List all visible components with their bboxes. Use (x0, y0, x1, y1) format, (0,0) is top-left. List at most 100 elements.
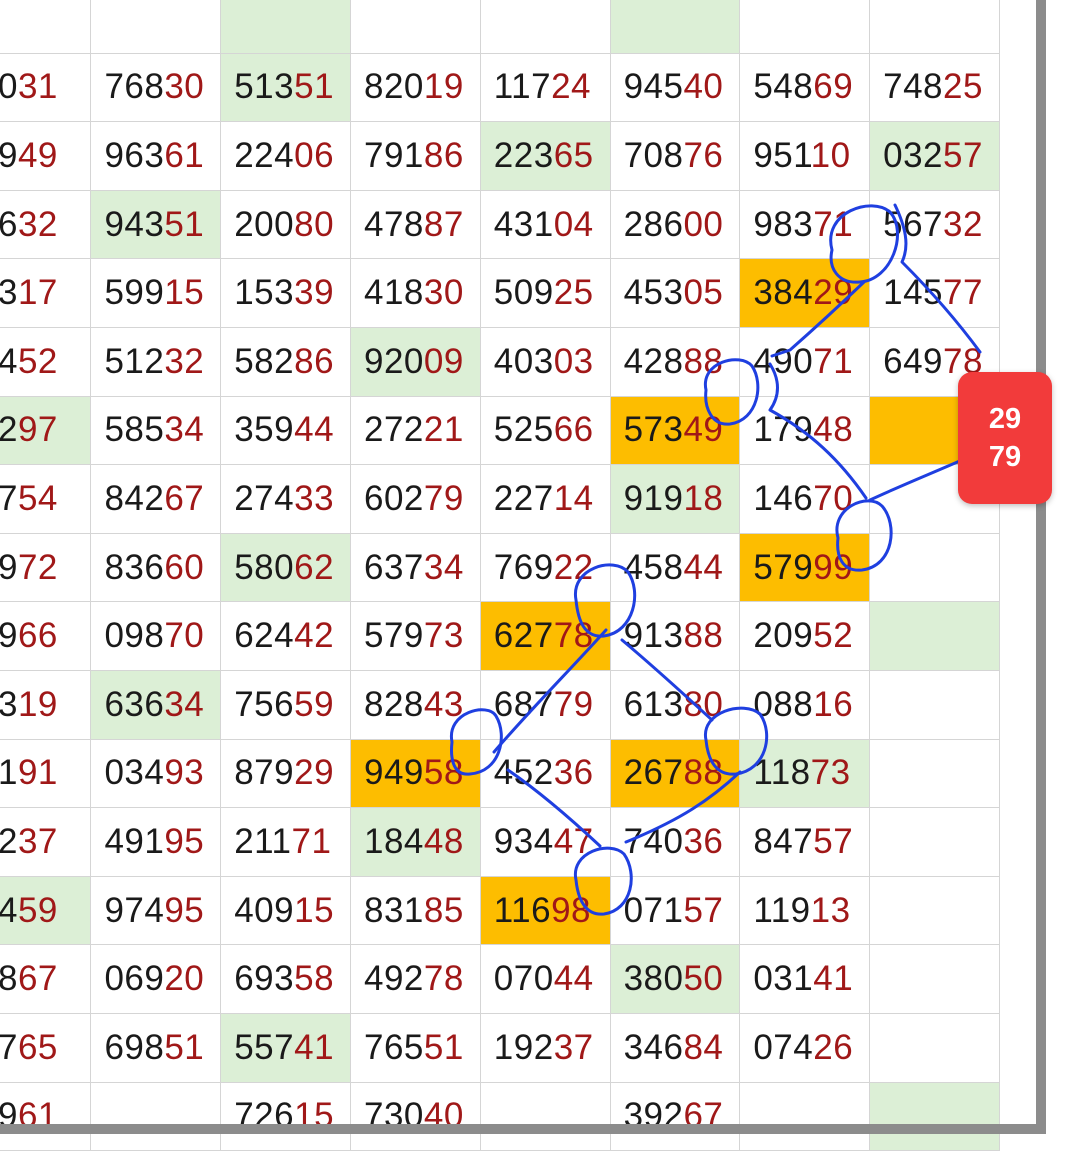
cell-last-two-digits: 51 (164, 1027, 205, 1067)
number-grid: 9031768305135182019117249454054869748257… (0, 0, 1000, 1152)
cell-last-two-digits: 41 (813, 959, 854, 999)
cell-last-two-digits: 57 (943, 135, 983, 175)
grid-cell: 22365 (479, 121, 611, 191)
cell-leading-digits: 579 (364, 616, 424, 656)
cell-last-two-digits: 40 (683, 67, 724, 107)
grid-cell: 94351 (90, 189, 222, 260)
grid-cell: 62778 (479, 601, 611, 671)
cell-last-two-digits: 86 (294, 341, 335, 381)
cell-leading-digits: 478 (364, 204, 424, 244)
cell-leading-digits: 949 (364, 753, 424, 793)
grid-cell: 83185 (350, 875, 481, 946)
cell-leading-digits: 192 (493, 1027, 554, 1067)
cell-leading-digits: 227 (493, 478, 554, 518)
cell-last-two-digits: 78 (423, 959, 464, 999)
cell-last-two-digits: 51 (294, 67, 335, 107)
cell-last-two-digits: 03 (553, 341, 594, 381)
grid-cell: 2632 (0, 189, 92, 260)
grid-cell: 11873 (739, 738, 871, 809)
cell-leading-digits: 649 (883, 341, 944, 381)
cell-leading-digits: 768 (104, 67, 165, 107)
cell-leading-digits: 585 (104, 410, 165, 450)
cell-last-two-digits: 98 (551, 890, 592, 930)
cell-leading-digits: 525 (493, 410, 554, 450)
grid-cell: 83660 (90, 532, 222, 603)
badge-line-2: 79 (988, 441, 1022, 473)
grid-cell (479, 1081, 611, 1152)
grid-cell: 63634 (90, 669, 222, 740)
cell-last-two-digits: 44 (294, 410, 335, 450)
grid-cell: 38429 (739, 258, 871, 328)
grid-cell: 91388 (609, 601, 741, 671)
cell-leading-digits: 708 (623, 135, 684, 175)
cell-leading-digits: 79 (0, 135, 18, 175)
grid-row (0, 0, 1000, 54)
cell-last-two-digits: 26 (813, 1027, 854, 1067)
cell-leading-digits: 820 (364, 67, 424, 107)
grid-row: 9966098706244257973627789138820952 (0, 601, 1000, 671)
grid-cell (869, 875, 1000, 946)
cell-last-two-digits: 88 (683, 341, 724, 381)
cell-last-two-digits: 05 (683, 273, 724, 313)
grid-cell: 15339 (220, 258, 351, 328)
cell-leading-digits: 580 (234, 547, 295, 587)
grid-cell (869, 1081, 1000, 1152)
cell-leading-digits: 492 (364, 959, 424, 999)
cell-last-two-digits: 87 (423, 204, 464, 244)
cell-leading-digits: 458 (623, 547, 684, 587)
grid-cell: 69851 (90, 1012, 222, 1083)
cell-last-two-digits: 77 (943, 273, 983, 313)
grid-row: 6237491952117118448934477403684757 (0, 807, 1000, 877)
grid-cell: 5867 (0, 944, 92, 1014)
grid-cell: 6191 (0, 738, 92, 809)
cell-leading-digits: 032 (883, 135, 944, 175)
result-badge[interactable]: 29 79 (958, 372, 1052, 504)
cell-leading-digits: 346 (623, 1027, 684, 1067)
grid-cell: 07426 (739, 1012, 871, 1083)
cell-leading-digits: 490 (753, 341, 814, 381)
grid-cell (350, 0, 481, 54)
cell-leading-digits: 453 (623, 273, 684, 313)
cell-last-two-digits: 66 (553, 410, 594, 450)
cell-last-two-digits: 49 (17, 135, 58, 175)
grid-cell: 73040 (350, 1081, 481, 1152)
cell-last-two-digits: 30 (423, 273, 464, 313)
cell-last-two-digits: 25 (943, 67, 983, 107)
cell-leading-digits: 94 (0, 890, 18, 930)
grid-cell: 14670 (739, 464, 871, 534)
cell-last-two-digits: 71 (813, 341, 854, 381)
cell-leading-digits: 512 (104, 341, 165, 381)
grid-cell (869, 807, 1000, 877)
cell-leading-digits: 117 (493, 67, 552, 107)
grid-cell: 14577 (869, 258, 1000, 328)
grid-cell: 07044 (479, 944, 611, 1014)
grid-row: 5972836605806263734769224584457999 (0, 532, 1000, 603)
grid-cell: 82019 (350, 52, 481, 123)
cell-leading-digits: 224 (234, 135, 295, 175)
cell-leading-digits: 179 (753, 410, 814, 450)
grid-cell: 2317 (0, 258, 92, 328)
grid-cell: 98371 (739, 189, 871, 260)
cell-last-two-digits: 43 (423, 684, 464, 724)
cell-leading-digits: 698 (104, 1027, 165, 1067)
cell-last-two-digits: 99 (813, 547, 854, 587)
grid-cell: 76922 (479, 532, 611, 603)
cell-last-two-digits: 10 (810, 135, 851, 175)
cell-leading-digits: 748 (883, 67, 944, 107)
grid-cell: 95110 (739, 121, 871, 191)
cell-last-two-digits: 79 (423, 478, 464, 518)
cell-leading-digits: 579 (753, 547, 814, 587)
grid-cell: 49071 (739, 326, 871, 397)
grid-cell: 60279 (350, 464, 481, 534)
grid-cell: 39267 (609, 1081, 741, 1152)
cell-leading-digits: 034 (104, 753, 165, 793)
cell-last-two-digits: 80 (683, 684, 724, 724)
cell-leading-digits: 831 (364, 890, 424, 930)
cell-last-two-digits: 22 (553, 547, 594, 587)
chart-bottom-border (0, 1124, 1046, 1134)
grid-row: 5867069206935849278070443805003141 (0, 944, 1000, 1014)
grid-cell: 42888 (609, 326, 741, 397)
grid-cell: 84757 (739, 807, 871, 877)
cell-leading-digits: 409 (234, 890, 295, 930)
cell-last-two-digits: 14 (553, 478, 594, 518)
